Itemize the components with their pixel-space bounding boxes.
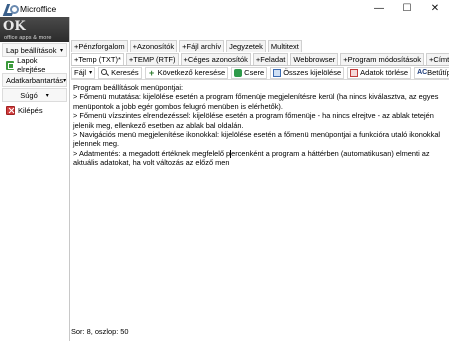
chevron-down-icon: ▾: [63, 77, 67, 84]
tab-identifiers[interactable]: +Azonosítók: [129, 40, 178, 52]
sidebar-item-label: Adatkarbantartás: [6, 75, 64, 85]
maximize-button[interactable]: ☐: [393, 0, 421, 17]
exit-icon: [6, 105, 15, 115]
editor-text-before-caret: > Adatmentés: a megadott értéknek megfel…: [73, 148, 231, 158]
hide-tabs-icon: [6, 60, 15, 70]
window-controls: — ☐ ✕: [365, 0, 449, 17]
editor-line: > Főmenü mutatása: kijelölése esetén a p…: [73, 92, 439, 111]
file-menu-button[interactable]: Fájl ▾: [71, 66, 96, 79]
editor-line-current: > Adatmentés: a megadott értéknek megfel…: [73, 149, 447, 168]
search-label: Keresés: [111, 68, 139, 77]
tab-cash-flow[interactable]: +Pénzforgalom: [71, 40, 128, 52]
tab-notes[interactable]: Jegyzetek: [226, 40, 266, 52]
title-bar: Microffice — ☐ ✕: [0, 0, 449, 17]
app-logo-icon: [5, 3, 19, 14]
status-bar: Sor: 8, oszlop: 50: [71, 322, 449, 341]
tab-program-changes[interactable]: +Program módosítások: [340, 53, 425, 65]
replace-icon: [234, 68, 243, 77]
chevron-down-icon: ▾: [59, 47, 63, 54]
font-icon: AC: [417, 68, 428, 76]
editor-toolbar: Fájl ▾ Keresés + Következő keresése Cser…: [71, 66, 449, 80]
delete-icon: [350, 68, 359, 77]
tab-address-book[interactable]: +Címtár: [426, 53, 449, 65]
next-search-button[interactable]: + Következő keresése: [144, 66, 229, 79]
select-all-button[interactable]: Összes kijelölése: [270, 66, 345, 79]
tab-row-1: +Pénzforgalom +Azonosítók +Fájl archív J…: [71, 40, 449, 53]
select-all-label: Összes kijelölése: [283, 68, 342, 77]
sidebar: OK office apps & more Lap beállítások ▾ …: [0, 17, 70, 341]
tab-temp-txt[interactable]: +Temp (TXT)*: [71, 53, 124, 65]
window-title: Microffice: [20, 3, 57, 14]
delete-data-button[interactable]: Adatok törlése: [347, 66, 412, 79]
sidebar-item-help[interactable]: Súgó ▾: [2, 88, 67, 102]
delete-data-label: Adatok törlése: [360, 68, 409, 77]
brand-subtitle: office apps & more: [4, 35, 52, 41]
font-button[interactable]: AC Betűtípus: [414, 66, 449, 79]
replace-label: Csere: [244, 68, 265, 77]
font-label: Betűtípus: [427, 68, 449, 77]
chevron-down-icon: ▾: [89, 70, 93, 76]
tab-task[interactable]: +Feladat: [252, 53, 289, 65]
tab-multitext[interactable]: Multitext: [267, 40, 302, 52]
plus-icon: +: [148, 67, 155, 78]
tab-company-identifiers[interactable]: +Céges azonosítók: [180, 53, 251, 65]
chevron-down-icon: ▾: [45, 92, 49, 99]
tab-file-archive[interactable]: +Fájl archív: [179, 40, 225, 52]
sidebar-item-label: Lapok elrejtése: [17, 56, 46, 74]
close-button[interactable]: ✕: [421, 0, 449, 17]
tab-webbrowser[interactable]: Webbrowser: [290, 53, 339, 65]
tab-row-2: +Temp (TXT)* +TEMP (RTF) +Céges azonosít…: [71, 53, 449, 66]
file-menu-label: Fájl: [74, 68, 87, 77]
search-icon: [101, 68, 109, 77]
select-all-icon: [273, 68, 282, 77]
sidebar-item-label: Súgó: [20, 90, 38, 100]
sidebar-item-page-settings[interactable]: Lap beállítások ▾: [2, 43, 67, 57]
next-search-label: Következő keresése: [157, 68, 226, 77]
cursor-position-status: Sor: 8, oszlop: 50: [71, 327, 129, 336]
editor-line: > Navigációs menü megjelenítése ikonokka…: [73, 130, 441, 149]
sidebar-item-label: Kilépés: [18, 105, 43, 115]
sidebar-item-exit[interactable]: Kilépés: [2, 103, 67, 117]
sidebar-item-hide-tabs[interactable]: Lapok elrejtése: [2, 56, 67, 74]
brand-logo: OK: [3, 19, 26, 34]
sidebar-item-data-maintenance[interactable]: Adatkarbantartás ▾: [2, 73, 67, 87]
search-button[interactable]: Keresés: [98, 66, 142, 79]
sidebar-item-label: Lap beállítások: [6, 45, 57, 55]
tab-temp-rtf[interactable]: +TEMP (RTF): [125, 53, 179, 65]
editor-line: Program beállítások menüpontjai:: [73, 83, 184, 92]
tab-bar: +Pénzforgalom +Azonosítók +Fájl archív J…: [71, 40, 449, 66]
minimize-button[interactable]: —: [365, 0, 393, 17]
replace-button[interactable]: Csere: [231, 66, 268, 79]
text-editor[interactable]: Program beállítások menüpontjai: > Főmen…: [71, 81, 449, 322]
brand-banner: OK office apps & more: [0, 17, 69, 42]
editor-line: > Főmenü vízszintes elrendezéssel: kijel…: [73, 111, 434, 130]
